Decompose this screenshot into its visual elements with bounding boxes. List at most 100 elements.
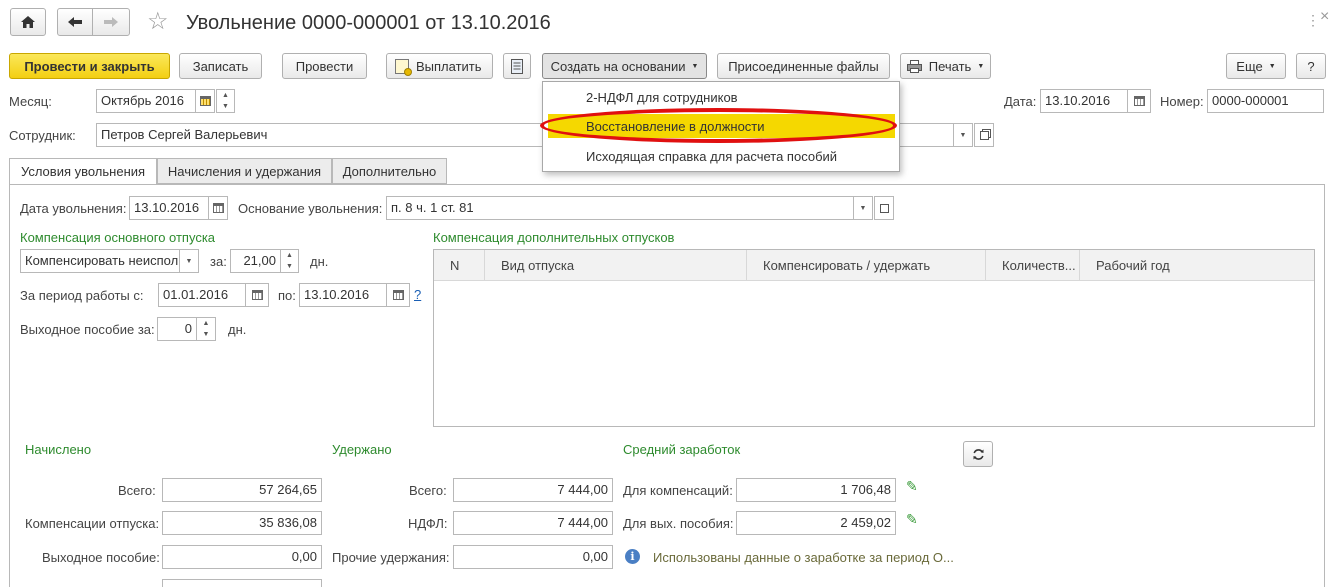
tab-additional[interactable]: Дополнительно [332,158,447,184]
column-work-year[interactable]: Рабочий год [1080,250,1314,281]
save-button[interactable]: Записать [179,53,262,79]
printer-icon [906,59,922,73]
withheld-other-field: 0,00 [453,545,613,569]
severance-days-unit: дн. [228,322,247,337]
main-comp-title: Компенсация основного отпуска [20,230,216,245]
refresh-icon [972,448,984,460]
dropdown-arrow-icon: ▼ [859,204,867,212]
close-icon[interactable]: × [1320,8,1329,26]
dismissal-date-calendar-button[interactable] [208,196,228,220]
attached-files-button[interactable]: Присоединенные файлы [717,53,890,79]
favorite-star-icon[interactable]: ☆ [147,9,169,35]
withheld-ndfl-label: НДФЛ: [408,516,448,531]
severance-days-spinner[interactable]: ▲ ▼ [196,317,216,341]
column-compensate-withhold[interactable]: Компенсировать / удержать [747,250,986,281]
comp-mode-select[interactable]: Компенсировать неиспол [20,249,180,273]
employee-open-button[interactable] [974,123,994,147]
comp-mode-dropdown-button[interactable]: ▼ [179,249,199,273]
accrued-total-field: 57 264,65 [162,478,322,502]
employee-dropdown-button[interactable]: ▼ [953,123,973,147]
tab-dismissal-conditions[interactable]: Условия увольнения [9,158,157,185]
month-label: Месяц: [9,94,52,109]
refresh-average-button[interactable] [963,441,993,467]
month-calendar-button[interactable] [195,89,215,113]
print-button[interactable]: Печать ▼ [900,53,991,79]
comp-days-unit: дн. [310,254,329,269]
tab-accruals-deductions[interactable]: Начисления и удержания [157,158,332,184]
date-field[interactable]: 13.10.2016 [1040,89,1128,113]
dismissal-date-field[interactable]: 13.10.2016 [129,196,209,220]
date-calendar-button[interactable] [1127,89,1151,113]
annotation-red-ellipse [540,108,897,143]
employee-label: Сотрудник: [9,128,76,143]
column-n[interactable]: N [434,250,485,281]
add-comp-title: Компенсация дополнительных отпусков [433,230,675,245]
back-button[interactable] [57,8,93,36]
document-list-icon [511,58,523,74]
column-quantity[interactable]: Количеств... [986,250,1080,281]
home-button[interactable] [10,8,46,36]
comp-days-field[interactable]: 21,00 [230,249,281,273]
menu-item-outgoing-certificate[interactable]: Исходящая справка для расчета пособий [586,149,837,164]
period-from-field[interactable]: 01.01.2016 [158,283,246,307]
accrued-title: Начислено [25,442,92,457]
withheld-ndfl-field: 7 444,00 [453,511,613,535]
average-comp-label: Для компенсаций: [623,483,733,498]
number-field[interactable]: 0000-000001 [1207,89,1324,113]
post-button[interactable]: Провести [282,53,367,79]
calendar-icon [392,290,404,300]
home-icon [21,16,35,28]
dropdown-arrow-icon: ▼ [959,131,967,139]
arrow-right-icon [104,17,118,27]
withheld-total-field: 7 444,00 [453,478,613,502]
reason-label: Основание увольнения: [238,201,383,216]
report-button[interactable] [503,53,531,79]
number-label: Номер: [1160,94,1204,109]
create-based-on-button[interactable]: Создать на основании ▼ [542,53,707,79]
arrow-left-icon [68,17,82,27]
edit-pencil-icon[interactable]: ✎ [906,478,918,495]
accrued-severance-label: Выходное пособие: [42,550,160,565]
calendar-icon [199,96,211,106]
help-button[interactable]: ? [1296,53,1326,79]
withheld-total-label: Всего: [409,483,447,498]
reason-open-button[interactable] [874,196,894,220]
column-vacation-type[interactable]: Вид отпуска [485,250,747,281]
window-menu-icon[interactable]: ⋮ [1306,12,1321,29]
period-to-label: по: [278,288,296,303]
calendar-icon [1133,96,1145,106]
calendar-icon [251,290,263,300]
post-and-close-button[interactable]: Провести и закрыть [9,53,170,79]
reason-field[interactable]: п. 8 ч. 1 ст. 81 [386,196,854,220]
period-from-calendar-button[interactable] [245,283,269,307]
menu-item-2ndfl[interactable]: 2-НДФЛ для сотрудников [586,90,738,105]
accrued-vacation-label: Компенсации отпуска: [25,516,160,531]
payment-doc-icon [395,58,412,76]
period-help-link[interactable]: ? [414,287,421,303]
period-to-field[interactable]: 13.10.2016 [299,283,387,307]
withheld-title: Удержано [332,442,392,457]
withheld-other-label: Прочие удержания: [332,550,450,565]
accrued-severance-field: 0,00 [162,545,322,569]
average-info-link[interactable]: Использованы данные о заработке за перио… [653,550,954,566]
open-form-icon [979,130,989,140]
info-icon: i [625,549,640,564]
comp-days-spinner[interactable]: ▲ ▼ [280,249,299,273]
forward-button[interactable] [92,8,130,36]
period-to-calendar-button[interactable] [386,283,410,307]
pay-button[interactable]: Выплатить [386,53,493,79]
month-spinner[interactable]: ▲ ▼ [216,89,235,113]
open-form-icon [879,203,889,213]
edit-pencil-icon[interactable]: ✎ [906,511,918,528]
month-field[interactable]: Октябрь 2016 [96,89,196,113]
comp-for-label: за: [210,254,227,269]
dismissal-date-label: Дата увольнения: [20,201,127,216]
reason-dropdown-button[interactable]: ▼ [853,196,873,220]
period-from-label: За период работы с: [20,288,144,303]
dropdown-arrow-icon: ▼ [1268,62,1276,70]
more-button[interactable]: Еще ▼ [1226,53,1286,79]
date-label: Дата: [1004,94,1037,109]
average-severance-field: 2 459,02 [736,511,896,535]
severance-days-label: Выходное пособие за: [20,322,155,337]
severance-days-field[interactable]: 0 [157,317,197,341]
